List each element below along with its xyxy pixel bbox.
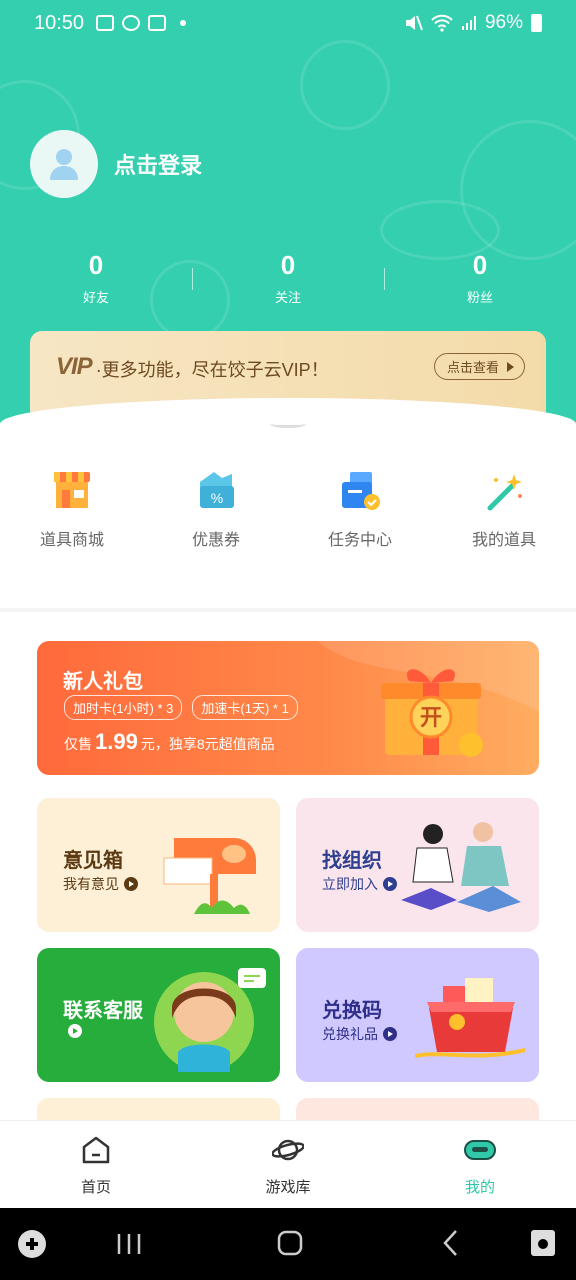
avatar[interactable] [30,130,98,198]
chevron-down-icon[interactable] [270,420,306,428]
vip-view-button[interactable]: 点击查看 [433,353,525,380]
customer-service-card[interactable]: 联系客服 [37,948,280,1082]
card-title: 联系客服 [63,1000,143,1022]
tab-game-library[interactable]: 游戏库 [192,1121,384,1208]
quick-link-label: 道具商城 [39,532,104,549]
svg-text:%: % [211,490,223,506]
task-icon [336,468,384,512]
stat-fans[interactable]: 0 粉丝 [384,250,576,306]
card-title: 找组织 [322,850,382,872]
price-suffix: 元，独享8元超值商品 [140,736,275,752]
card-subtitle-link[interactable] [63,1024,82,1038]
gift-box-icon: 开 [381,669,483,757]
background-doodle [300,40,390,130]
back-icon[interactable] [440,1228,462,1258]
gift-price-line: 仅售 1.99 元，独享8元超值商品 [64,729,275,755]
shop-icon [48,468,96,512]
arrow-right-icon [124,877,138,891]
status-bar: 10:50 96% [0,0,576,46]
battery-icon [531,14,542,32]
newcomer-gift-banner[interactable]: 新人礼包 加时卡(1小时) * 3 加速卡(1天) * 1 仅售 1.99 元，… [37,641,539,775]
quick-link-coupon[interactable]: % 优惠券 [144,468,288,550]
mute-icon [405,15,423,31]
card-title: 意见箱 [63,850,123,872]
card-subtitle: 立即加入 [322,876,378,892]
check-notification-icon [148,15,167,31]
home-icon [82,1136,110,1164]
app-notification-icon [122,15,141,31]
quick-link-tasks[interactable]: 任务中心 [288,468,432,550]
game-launcher-icon[interactable] [16,1228,48,1260]
support-agent-illustration [154,968,266,1072]
gift-title: 新人礼包 [63,671,143,693]
stat-following[interactable]: 0 关注 [192,250,384,306]
planet-icon [271,1139,305,1161]
battery-percent: 96% [484,12,523,33]
quick-link-label: 我的道具 [471,532,536,549]
redeem-code-card[interactable]: 兑换码 兑换礼品 [296,948,539,1082]
gift-box-text: 开 [420,706,442,731]
arrow-right-icon [68,1024,82,1038]
join-group-card[interactable]: 找组织 立即加入 [296,798,539,932]
tab-mine[interactable]: 我的 [384,1121,576,1208]
accessibility-icon[interactable] [528,1228,558,1260]
signal-icon [461,16,476,30]
tab-label: 首页 [80,1179,111,1196]
vip-text: ·更多功能，尽在饺子云VIP！ [95,360,329,380]
status-time: 10:50 [34,11,85,34]
gallery-notification-icon [96,15,115,31]
quick-link-shop[interactable]: 道具商城 [0,468,144,550]
arrow-right-icon [383,877,397,891]
arrow-right-icon [383,1027,397,1041]
vr-headset-icon [464,1140,496,1160]
play-arrow-icon [507,361,514,372]
stat-label: 关注 [274,290,301,305]
mailbox-icon [163,838,256,914]
quick-link-my-items[interactable]: 我的道具 [432,468,576,550]
stat-label: 粉丝 [466,290,493,305]
quick-link-label: 任务中心 [327,532,392,549]
tab-label: 游戏库 [265,1179,311,1196]
card-subtitle: 兑换礼品 [322,1026,378,1042]
quick-links: 道具商城 % 优惠券 任务中心 我的道具 [0,468,576,550]
bottom-tab-bar: 首页 游戏库 我的 [0,1120,576,1208]
gamers-illustration [401,822,521,912]
login-link[interactable]: 点击登录 [114,148,202,180]
magic-wand-icon [480,468,528,512]
system-nav-bar [0,1208,576,1280]
stat-label: 好友 [82,290,109,305]
card-subtitle-link[interactable]: 立即加入 [322,874,397,894]
login-area[interactable]: 点击登录 [30,130,202,198]
price-value: 1.99 [95,729,138,754]
quick-link-label: 优惠券 [191,532,240,549]
card-subtitle-link[interactable]: 我有意见 [63,874,138,894]
user-icon [50,149,78,180]
vip-view-label: 点击查看 [446,360,499,375]
tab-home[interactable]: 首页 [0,1121,192,1208]
stat-value: 0 [88,250,104,280]
vip-logo: VIP [56,353,93,380]
red-gift-box-icon [415,978,526,1058]
coupon-icon: % [192,468,240,512]
stat-value: 0 [280,250,296,280]
gift-tag: 加速卡(1天) * 1 [192,695,298,720]
home-button-icon[interactable] [276,1228,304,1258]
stat-value: 0 [472,250,488,280]
stat-friends[interactable]: 0 好友 [0,250,192,306]
price-prefix: 仅售 [64,736,92,752]
wifi-icon [431,14,453,32]
card-title: 兑换码 [322,1000,382,1022]
recent-apps-icon[interactable] [116,1230,142,1258]
more-notifications-icon [180,20,187,26]
stats-row: 0 好友 0 关注 0 粉丝 [0,250,576,306]
tab-label: 我的 [464,1179,495,1196]
feedback-card[interactable]: 意见箱 我有意见 [37,798,280,932]
gift-tag: 加时卡(1小时) * 3 [64,695,183,720]
card-subtitle: 我有意见 [63,876,119,892]
card-subtitle-link[interactable]: 兑换礼品 [322,1024,397,1044]
